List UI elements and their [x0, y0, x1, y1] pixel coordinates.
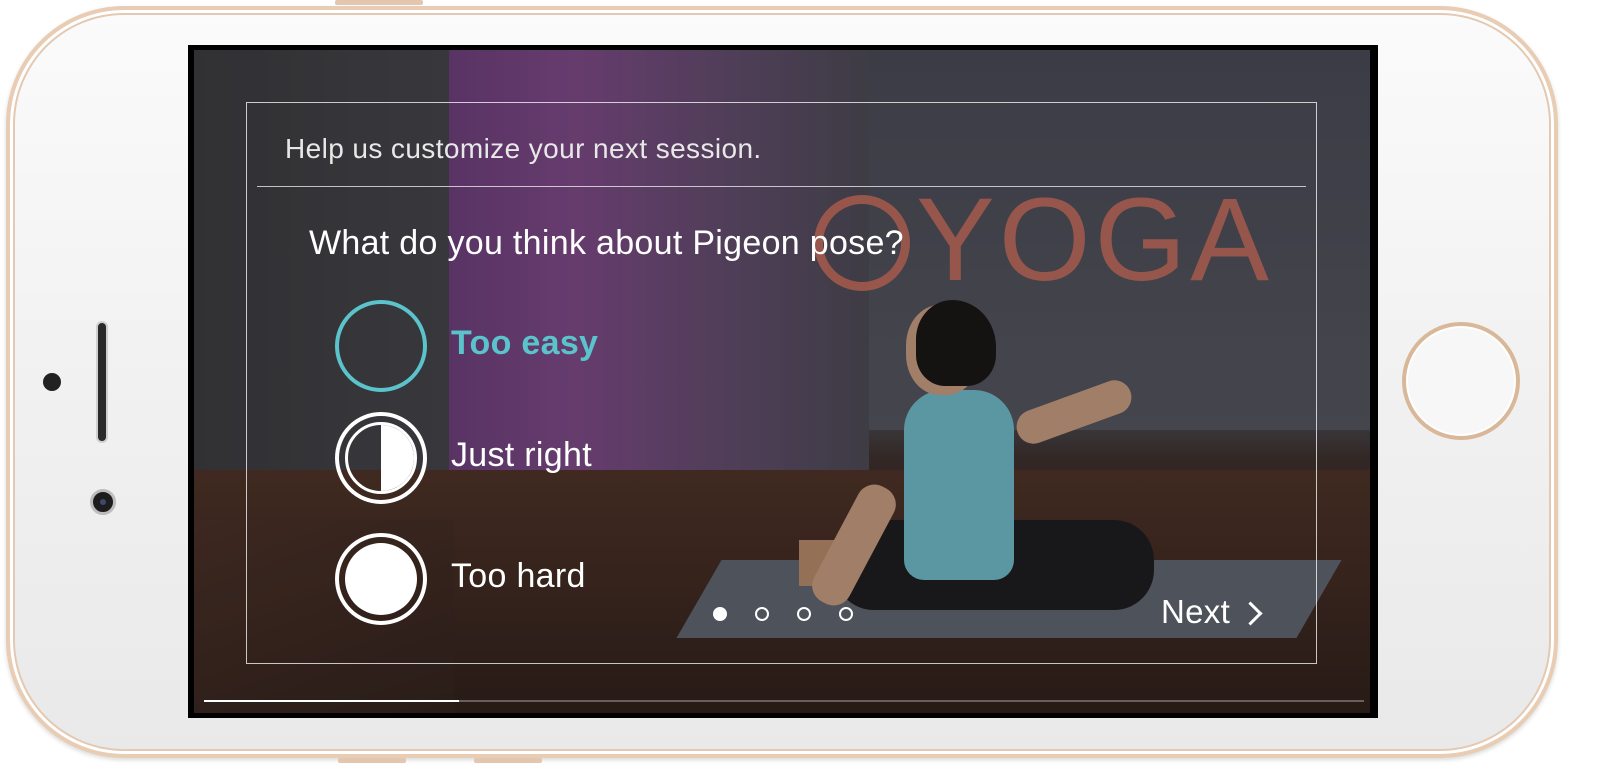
option-label: Too hard — [451, 557, 586, 595]
next-label: Next — [1161, 593, 1231, 630]
power-button-edge — [338, 758, 406, 763]
option-label: Too easy — [451, 324, 599, 362]
feedback-card: Help us customize your next session. Wha… — [246, 102, 1317, 664]
chevron-right-icon — [1238, 600, 1263, 626]
video-progress-fill — [204, 700, 460, 702]
full-circle-icon[interactable] — [335, 533, 427, 625]
empty-circle-icon[interactable] — [335, 300, 427, 392]
volume-down-edge — [474, 758, 542, 763]
page-dot[interactable] — [713, 607, 727, 621]
option-too-hard[interactable]: Too hard — [335, 533, 755, 629]
video-progress-track[interactable] — [204, 700, 1364, 702]
home-button[interactable] — [1402, 322, 1520, 440]
card-divider — [257, 186, 1306, 187]
full-circle-inner — [345, 543, 417, 615]
page-dot[interactable] — [839, 607, 853, 621]
next-button[interactable]: Next — [1161, 593, 1263, 631]
question-text: What do you think about Pigeon pose? — [309, 224, 904, 262]
earpiece-speaker — [96, 321, 108, 443]
option-label: Just right — [451, 436, 592, 474]
half-circle-icon[interactable] — [335, 412, 427, 504]
page-dot[interactable] — [755, 607, 769, 621]
video-background: YOGA Help us customize your next session… — [194, 50, 1370, 713]
proximity-sensor — [43, 373, 61, 391]
half-circle-inner — [345, 422, 417, 494]
option-just-right[interactable]: Just right — [335, 412, 755, 508]
option-too-easy[interactable]: Too easy — [335, 300, 755, 396]
page-indicator — [713, 607, 863, 623]
front-camera — [90, 489, 116, 515]
page-dot[interactable] — [797, 607, 811, 621]
card-header: Help us customize your next session. — [285, 133, 762, 164]
volume-button-edge — [335, 0, 423, 5]
phone-screen: YOGA Help us customize your next session… — [188, 45, 1378, 718]
